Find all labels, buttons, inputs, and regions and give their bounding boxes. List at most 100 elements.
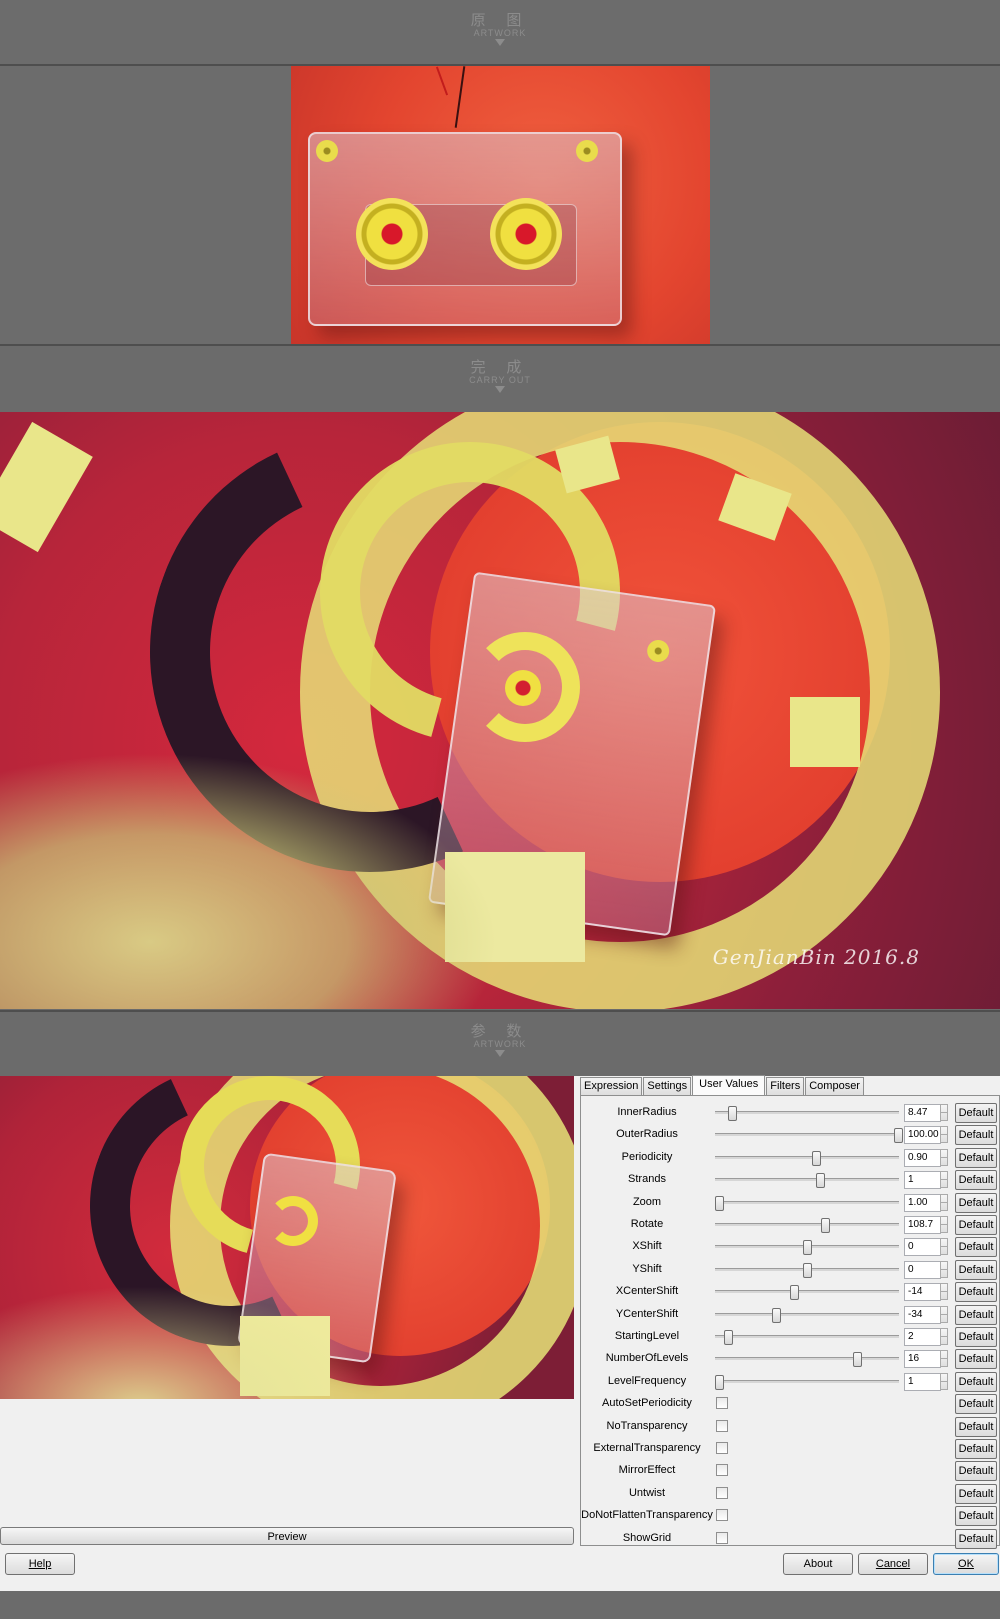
slider-thumb[interactable] bbox=[852, 1352, 862, 1368]
default-button[interactable]: Default bbox=[955, 1416, 997, 1437]
checkbox[interactable] bbox=[716, 1509, 728, 1522]
spin-button[interactable] bbox=[940, 1148, 948, 1166]
checkbox[interactable] bbox=[716, 1464, 728, 1477]
value-field[interactable]: 0.90 bbox=[904, 1148, 941, 1167]
default-button[interactable]: Default bbox=[955, 1371, 997, 1392]
spin-button[interactable] bbox=[940, 1104, 948, 1121]
slider-thumb[interactable] bbox=[714, 1195, 724, 1211]
checkbox[interactable] bbox=[716, 1419, 728, 1432]
spin-button[interactable] bbox=[940, 1372, 948, 1390]
default-button[interactable]: Default bbox=[955, 1528, 997, 1549]
down-arrow-icon bbox=[495, 1050, 505, 1057]
default-button[interactable]: Default bbox=[955, 1125, 997, 1146]
slider-thumb[interactable] bbox=[714, 1374, 724, 1390]
slider-track[interactable] bbox=[715, 1128, 904, 1144]
slider-track[interactable] bbox=[715, 1240, 899, 1256]
spin-button[interactable] bbox=[940, 1238, 948, 1256]
spin-button[interactable] bbox=[940, 1350, 948, 1368]
slider-thumb[interactable] bbox=[727, 1106, 737, 1121]
spin-button[interactable] bbox=[940, 1126, 948, 1144]
ok-button[interactable]: OK bbox=[933, 1553, 999, 1575]
default-button[interactable]: Default bbox=[955, 1506, 997, 1527]
slider-track[interactable] bbox=[715, 1352, 899, 1368]
slider-track[interactable] bbox=[715, 1285, 899, 1301]
value-field[interactable]: 100.00 bbox=[904, 1126, 941, 1145]
default-button[interactable]: Default bbox=[955, 1304, 997, 1325]
tab-settings[interactable]: Settings bbox=[643, 1077, 692, 1095]
about-button[interactable]: About bbox=[783, 1553, 853, 1575]
default-button[interactable]: Default bbox=[955, 1327, 997, 1347]
tab-user-values[interactable]: User Values bbox=[692, 1075, 766, 1095]
default-button[interactable]: Default bbox=[955, 1439, 997, 1459]
value-field[interactable]: 16 bbox=[904, 1350, 941, 1369]
spin-button[interactable] bbox=[940, 1283, 948, 1301]
slider-track[interactable] bbox=[714, 1195, 899, 1211]
checkbox[interactable] bbox=[716, 1397, 728, 1410]
slider-thumb[interactable] bbox=[803, 1240, 812, 1256]
tab-filters[interactable]: Filters bbox=[766, 1077, 805, 1095]
param-label: YCenterShift bbox=[615, 1307, 679, 1320]
preview-button[interactable]: Preview bbox=[0, 1527, 574, 1545]
slider-thumb[interactable] bbox=[723, 1330, 733, 1345]
cog-tooth bbox=[0, 421, 93, 553]
value-field[interactable]: -14 bbox=[904, 1283, 941, 1302]
slider-track[interactable] bbox=[715, 1150, 899, 1166]
default-button[interactable]: Default bbox=[955, 1103, 997, 1123]
checkbox-row: ShowGrid Default bbox=[581, 1527, 1000, 1549]
checkbox[interactable] bbox=[716, 1486, 728, 1499]
value-field[interactable]: 8.47 bbox=[904, 1104, 941, 1122]
spin-button[interactable] bbox=[940, 1305, 948, 1323]
param-label: DoNotFlattenTransparency bbox=[581, 1509, 713, 1522]
checkbox-row: ExternalTransparency Default bbox=[581, 1437, 1000, 1459]
slider-thumb[interactable] bbox=[821, 1218, 831, 1233]
value-field[interactable]: 2 bbox=[904, 1328, 941, 1346]
value-field[interactable]: 0 bbox=[904, 1238, 941, 1257]
default-button[interactable]: Default bbox=[955, 1192, 997, 1213]
checkbox-row: AutoSetPeriodicity Default bbox=[581, 1392, 1000, 1415]
default-button[interactable]: Default bbox=[955, 1349, 997, 1370]
default-button[interactable]: Default bbox=[955, 1259, 997, 1280]
help-button[interactable]: Help bbox=[5, 1553, 75, 1575]
slider-thumb[interactable] bbox=[812, 1150, 822, 1166]
default-button[interactable]: Default bbox=[955, 1483, 997, 1504]
spin-button[interactable] bbox=[940, 1328, 948, 1345]
spin-button[interactable] bbox=[940, 1216, 948, 1233]
down-arrow-icon bbox=[495, 386, 505, 393]
default-button[interactable]: Default bbox=[955, 1170, 997, 1191]
tab-composer[interactable]: Composer bbox=[805, 1077, 864, 1095]
value-field[interactable]: 1.00 bbox=[904, 1193, 941, 1212]
slider-thumb[interactable] bbox=[790, 1285, 800, 1301]
default-button[interactable]: Default bbox=[955, 1237, 997, 1258]
checkbox[interactable] bbox=[716, 1531, 728, 1544]
default-button[interactable]: Default bbox=[955, 1282, 997, 1303]
slider-track[interactable] bbox=[715, 1218, 899, 1233]
tab-expression[interactable]: Expression bbox=[580, 1077, 643, 1095]
slider-track[interactable] bbox=[715, 1173, 899, 1189]
checkbox-row: DoNotFlattenTransparency Default bbox=[581, 1504, 1000, 1527]
default-button[interactable]: Default bbox=[955, 1461, 997, 1482]
value-field[interactable]: -34 bbox=[904, 1305, 941, 1324]
cancel-button[interactable]: Cancel bbox=[858, 1553, 928, 1575]
slider-row: Strands 1 Default bbox=[581, 1168, 1000, 1191]
spin-button[interactable] bbox=[940, 1260, 948, 1278]
default-button[interactable]: Default bbox=[955, 1394, 997, 1415]
slider-track[interactable] bbox=[715, 1307, 899, 1323]
slider-track[interactable] bbox=[715, 1106, 899, 1121]
slider-thumb[interactable] bbox=[815, 1173, 825, 1189]
default-button[interactable]: Default bbox=[955, 1215, 997, 1235]
param-label: InnerRadius bbox=[617, 1106, 677, 1118]
value-field[interactable]: 0 bbox=[904, 1260, 941, 1279]
value-field[interactable]: 108.7 bbox=[904, 1216, 941, 1234]
slider-thumb[interactable] bbox=[894, 1128, 904, 1144]
value-field[interactable]: 1 bbox=[904, 1372, 941, 1391]
spin-button[interactable] bbox=[940, 1193, 948, 1211]
slider-thumb[interactable] bbox=[771, 1307, 781, 1323]
default-button[interactable]: Default bbox=[955, 1147, 997, 1168]
spin-button[interactable] bbox=[940, 1171, 948, 1189]
slider-track[interactable] bbox=[715, 1262, 899, 1278]
checkbox[interactable] bbox=[716, 1442, 728, 1454]
value-field[interactable]: 1 bbox=[904, 1171, 941, 1190]
slider-track[interactable] bbox=[715, 1330, 899, 1345]
slider-thumb[interactable] bbox=[803, 1262, 812, 1278]
slider-track[interactable] bbox=[714, 1374, 899, 1390]
